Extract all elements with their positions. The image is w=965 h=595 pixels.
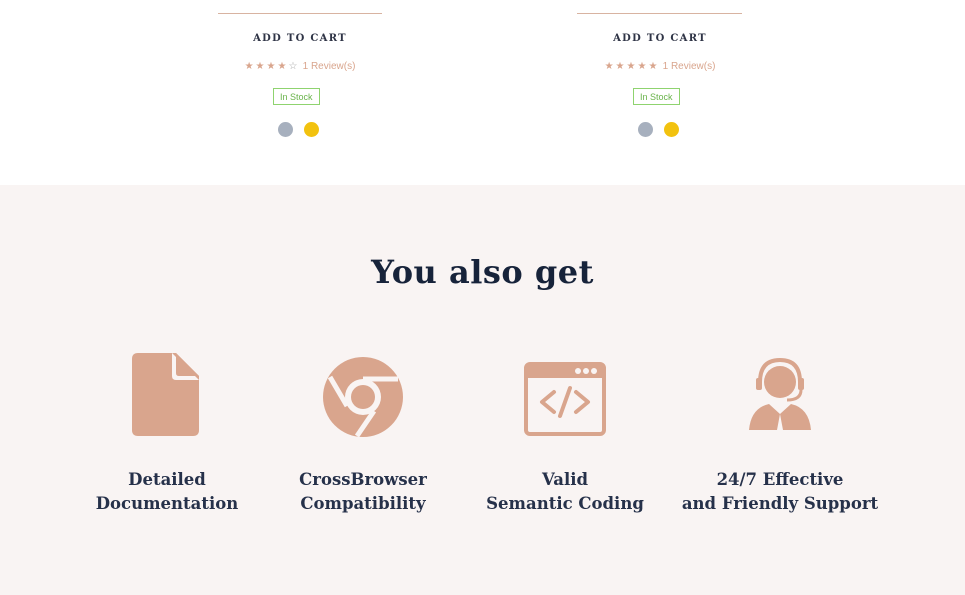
add-to-cart-button[interactable]: ADD TO CART bbox=[560, 33, 760, 44]
stock-status-badge: In Stock bbox=[633, 88, 680, 105]
star-filled-icon: ★★★★★ bbox=[604, 61, 660, 72]
section-title: You also get bbox=[371, 253, 594, 291]
chrome-icon bbox=[322, 356, 404, 442]
feature-label-line: Valid bbox=[541, 470, 589, 489]
stock-status-badge: In Stock bbox=[273, 88, 320, 105]
feature-label-line: Documentation bbox=[95, 494, 239, 513]
product-rating: ★★★★★ 1 Review(s) bbox=[560, 61, 760, 72]
color-swatch-yellow[interactable] bbox=[304, 122, 319, 137]
rating-stars: ★★★★★ bbox=[605, 61, 660, 72]
document-icon bbox=[132, 350, 202, 442]
product-strip: ADD TO CART ★★★★☆ 1 Review(s) In Stock A… bbox=[0, 0, 965, 185]
color-swatch-yellow[interactable] bbox=[664, 122, 679, 137]
feature-label-line: Compatibility bbox=[300, 494, 426, 513]
feature-label: 24/7 Effective and Friendly Support bbox=[670, 468, 890, 516]
review-count-link[interactable]: 1 Review(s) bbox=[663, 61, 716, 72]
review-count-link[interactable]: 1 Review(s) bbox=[303, 61, 356, 72]
feature-label: Detailed Documentation bbox=[57, 468, 277, 516]
feature-label: Valid Semantic Coding bbox=[455, 468, 675, 516]
feature-label-line: Detailed bbox=[128, 470, 206, 489]
feature-label-line: Semantic Coding bbox=[486, 494, 644, 513]
feature-label: CrossBrowser Compatibility bbox=[253, 468, 473, 516]
divider bbox=[577, 13, 742, 14]
divider bbox=[218, 13, 382, 14]
star-empty-icon: ☆ bbox=[288, 61, 300, 72]
headset-support-icon bbox=[747, 357, 813, 436]
product-rating: ★★★★☆ 1 Review(s) bbox=[200, 61, 400, 72]
color-swatch-gray[interactable] bbox=[278, 122, 293, 137]
feature-label-line: and Friendly Support bbox=[681, 494, 879, 513]
feature-label-line: 24/7 Effective bbox=[716, 470, 844, 489]
code-window-icon bbox=[524, 362, 606, 440]
star-filled-icon: ★★★★ bbox=[244, 61, 289, 72]
color-swatch-gray[interactable] bbox=[638, 122, 653, 137]
rating-stars: ★★★★☆ bbox=[245, 61, 300, 72]
feature-label-line: CrossBrowser bbox=[299, 470, 427, 489]
add-to-cart-button[interactable]: ADD TO CART bbox=[200, 33, 400, 44]
